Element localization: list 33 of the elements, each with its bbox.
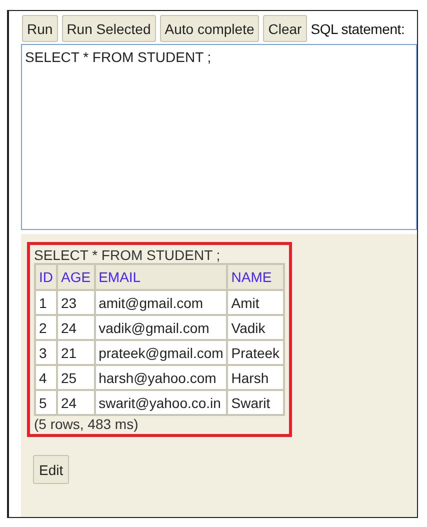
edit-button[interactable]: Edit bbox=[33, 455, 70, 484]
toolbar-button[interactable]: Run Selected bbox=[62, 15, 156, 42]
sql-statement-label: SQL statement: bbox=[310, 20, 405, 36]
result-summary: (5 rows, 483 ms) bbox=[34, 416, 140, 432]
table-cell: Prateek bbox=[227, 340, 284, 365]
table-cell: 21 bbox=[57, 340, 95, 365]
column-header[interactable]: ID bbox=[35, 264, 57, 290]
table-cell: prateek@gmail.com bbox=[94, 340, 228, 365]
column-header[interactable]: EMAIL bbox=[94, 264, 228, 290]
table-cell: amit@gmail.com bbox=[94, 290, 228, 315]
table-cell: 3 bbox=[35, 340, 57, 365]
table-cell: 4 bbox=[35, 365, 57, 390]
table-cell: 5 bbox=[35, 390, 57, 415]
table-cell: Vadik bbox=[227, 315, 284, 340]
table-cell: 2 bbox=[35, 315, 57, 340]
table-cell: vadik@gmail.com bbox=[94, 315, 228, 340]
column-header[interactable]: NAME bbox=[227, 264, 284, 290]
table-cell: 24 bbox=[57, 390, 95, 415]
toolbar-button[interactable]: Run bbox=[22, 15, 58, 42]
table-cell: Harsh bbox=[227, 365, 284, 390]
toolbar-button[interactable]: Auto complete bbox=[160, 15, 260, 42]
table-cell: 25 bbox=[57, 365, 95, 390]
table-cell: swarit@yahoo.co.in bbox=[94, 390, 228, 415]
column-header[interactable]: AGE bbox=[57, 264, 95, 290]
table-cell: 24 bbox=[57, 315, 95, 340]
sql-editor[interactable]: SELECT * FROM STUDENT ; bbox=[21, 44, 417, 230]
table-cell: Amit bbox=[227, 290, 284, 315]
table-cell: 1 bbox=[35, 290, 57, 315]
query-text: SELECT * FROM STUDENT ; bbox=[34, 247, 222, 263]
table-cell: harsh@yahoo.com bbox=[94, 365, 228, 390]
toolbar-button[interactable]: Clear bbox=[263, 15, 307, 42]
table-cell: 23 bbox=[57, 290, 95, 315]
table-cell: Swarit bbox=[227, 390, 284, 415]
